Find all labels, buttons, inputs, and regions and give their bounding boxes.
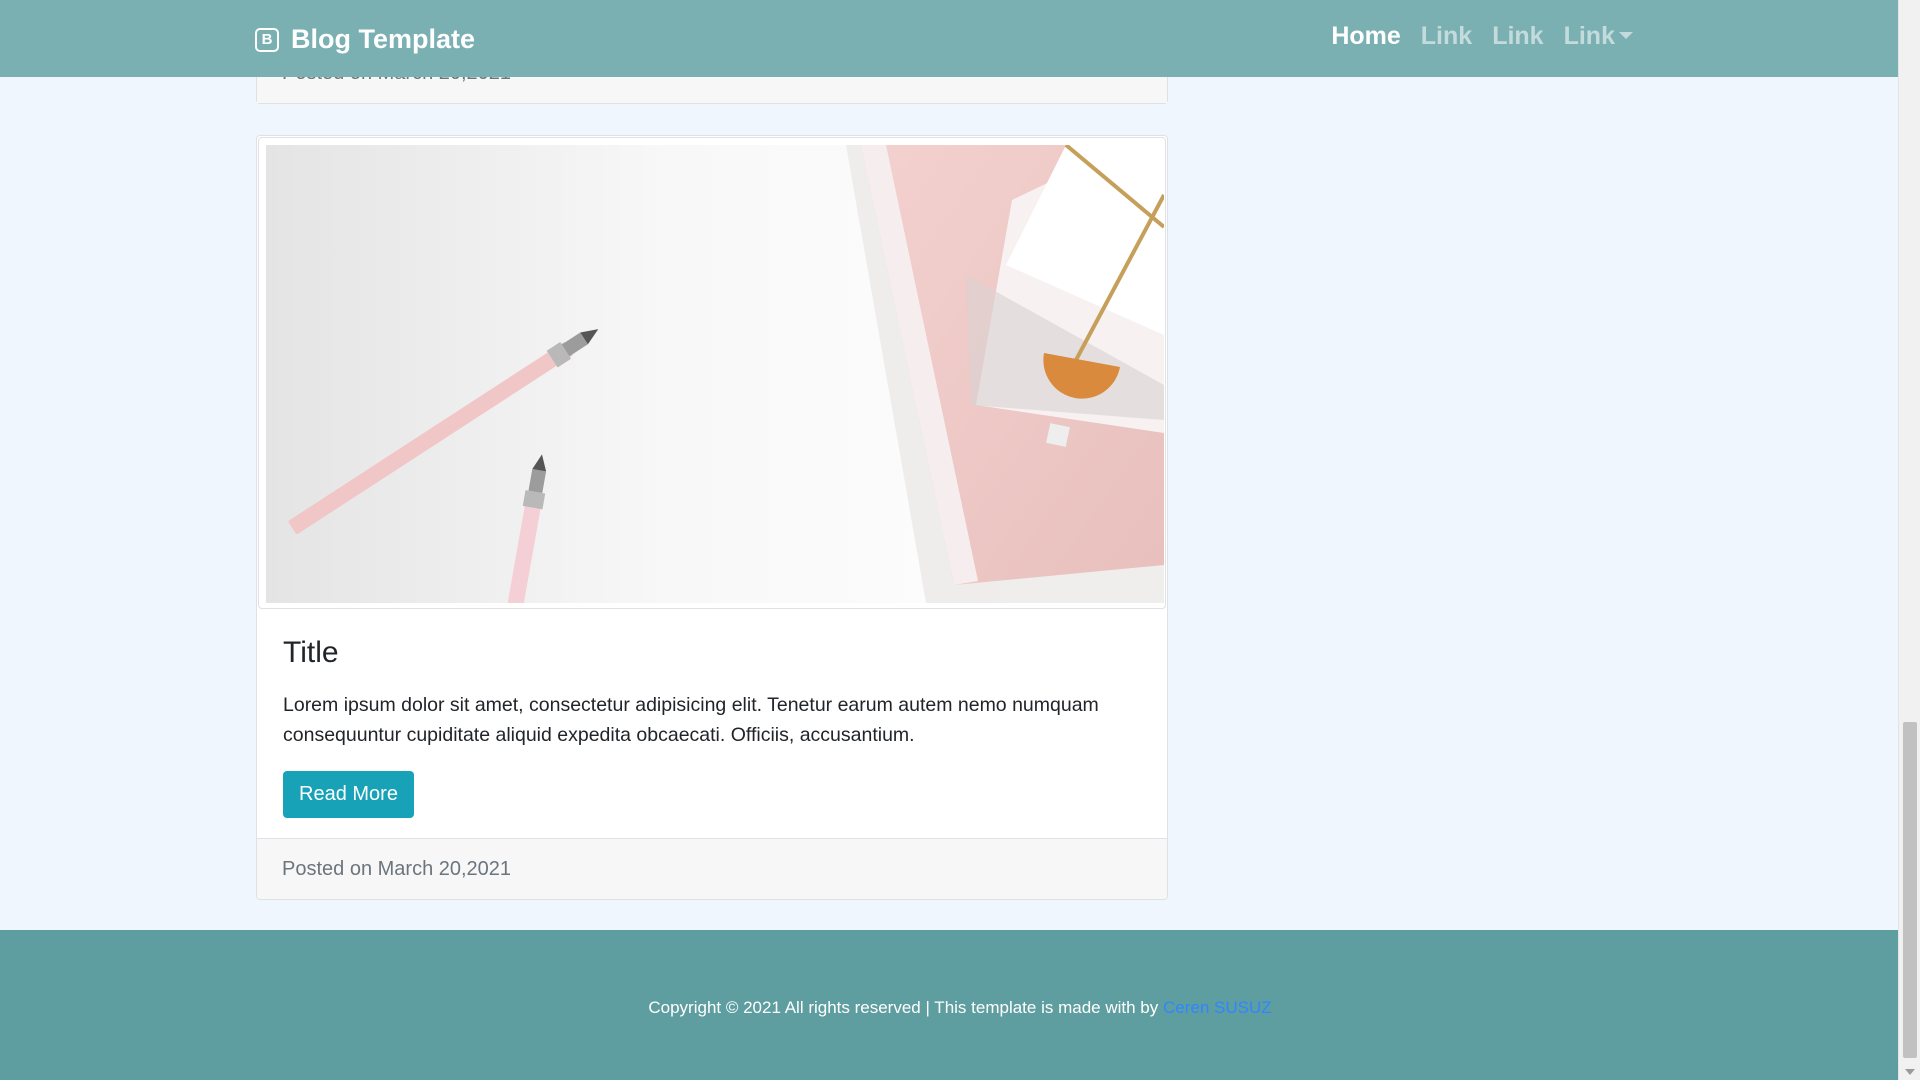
nav-link-dropdown-label: Link	[1563, 22, 1615, 50]
nav-link-dropdown[interactable]: Link	[1564, 22, 1633, 51]
bootstrap-logo-icon: B	[255, 27, 279, 52]
post-title: Title	[283, 636, 339, 669]
nav-home[interactable]: Home	[1331, 22, 1400, 51]
caret-down-icon	[1619, 31, 1633, 39]
post-image	[258, 137, 1166, 609]
brand-label: Blog Template	[291, 24, 476, 54]
scroll-down-arrow-icon[interactable]	[1905, 1069, 1915, 1075]
post-footer: Posted on March 20,2021	[257, 838, 1167, 899]
navbar-brand[interactable]: B Blog Template	[255, 24, 475, 55]
post-text: Lorem ipsum dolor sit amet, consectetur …	[283, 694, 1099, 746]
nav-link-1[interactable]: Link	[1421, 22, 1472, 51]
post-card: Title Lorem ipsum dolor sit amet, consec…	[256, 135, 1168, 900]
navbar: B Blog Template Home Link Link Link	[0, 0, 1898, 77]
nav-link-2[interactable]: Link	[1492, 22, 1543, 51]
author-link[interactable]: Ceren SUSUZ	[1163, 998, 1272, 1017]
nav-links: Home Link Link Link	[1331, 22, 1633, 51]
scrollbar[interactable]	[1898, 0, 1920, 1080]
scrollbar-thumb[interactable]	[1903, 722, 1917, 1058]
copyright-text: Copyright © 2021 All rights reserved | T…	[648, 998, 1163, 1017]
read-more-button[interactable]: Read More	[283, 771, 414, 818]
photo-pencils-icon	[266, 145, 1164, 603]
post-body: Title Lorem ipsum dolor sit amet, consec…	[283, 636, 1141, 818]
copyright: Copyright © 2021 All rights reserved | T…	[0, 998, 1920, 1018]
